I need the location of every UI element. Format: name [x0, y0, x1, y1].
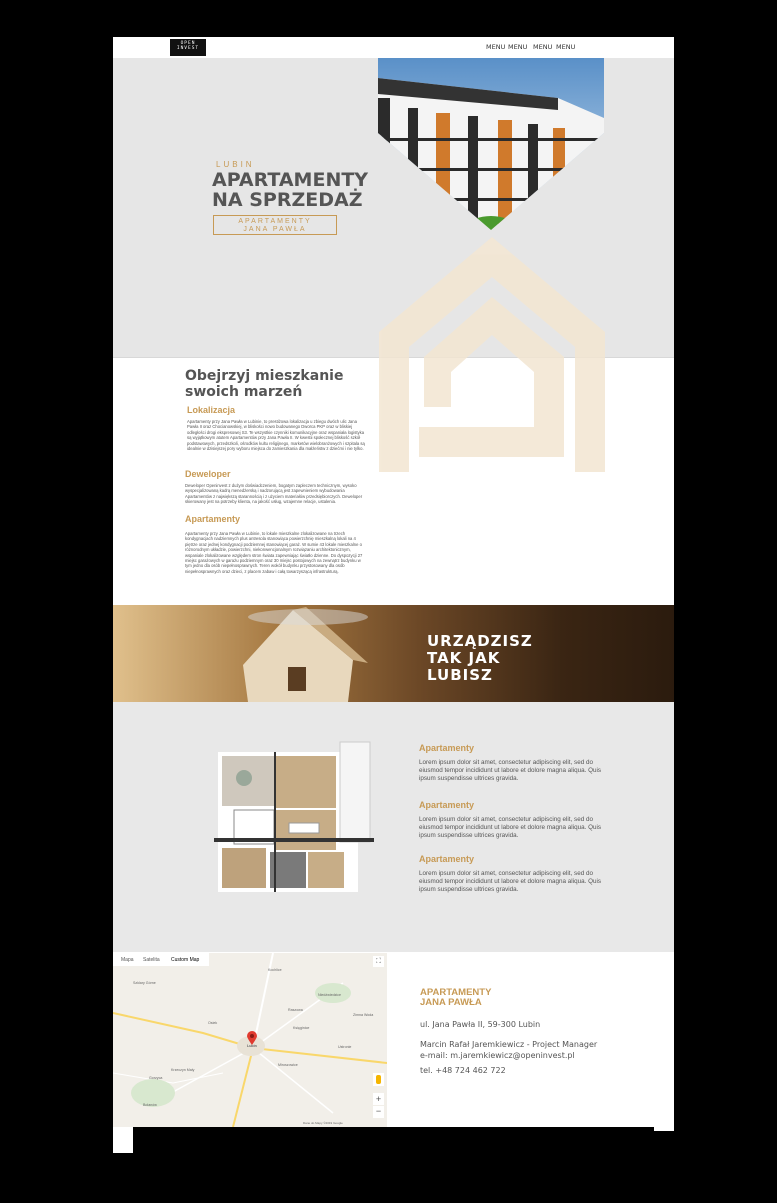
map-town: Osiek [208, 1021, 218, 1025]
section-heading-location: Lokalizacja [187, 405, 236, 415]
landing-page: OPEN INVEST MENU MENU MENU MENU LUBIN AP… [113, 37, 674, 1127]
section-heading-apartments: Apartamenty [185, 514, 241, 524]
menu-item-3[interactable]: MENU [533, 43, 552, 51]
banner-line-2: TAK JAK [427, 649, 501, 667]
page-edge-left [113, 1125, 133, 1153]
plan-heading-3: Apartamenty [419, 854, 475, 864]
map-widget[interactable]: Mapa Satelita Custom Map ⛶ Lubin Kochlic… [113, 953, 387, 1127]
contact-section: Mapa Satelita Custom Map ⛶ Lubin Kochlic… [113, 952, 674, 1127]
building-image [378, 58, 604, 230]
menu-item-2[interactable]: MENU [508, 43, 527, 51]
plan-text-2: Lorem ipsum dolor sit amet, consectetur … [419, 816, 602, 839]
map-town: Ustronie [338, 1045, 352, 1049]
fullscreen-icon[interactable]: ⛶ [373, 956, 384, 967]
hero-title-line-1: APARTAMENTY [212, 169, 369, 191]
map-town: Miroszowice [278, 1063, 298, 1067]
contact-address: ul. Jana Pawła II, 59-300 Lubin [420, 1020, 541, 1029]
contact-phone[interactable]: tel. +48 724 462 722 [420, 1066, 506, 1075]
map-town: Bolanów [143, 1103, 157, 1107]
logo-line-2: INVEST [176, 46, 200, 51]
zoom-in-button[interactable]: + [373, 1093, 384, 1105]
street-view-pegman-icon[interactable] [373, 1073, 384, 1086]
map-town: Niedźwiedzice [318, 993, 341, 997]
map-tab-custom[interactable]: Custom Map [171, 957, 199, 963]
banner-line-3: LUBISZ [427, 666, 493, 684]
logo[interactable]: OPEN INVEST [170, 39, 206, 56]
section-heading-developer: Deweloper [185, 469, 231, 479]
map-town: Kochlice [268, 968, 282, 972]
map-town: Szklary Górne [133, 981, 156, 985]
map-attribution: Dane do Mapy ©2019 Google [303, 1121, 343, 1125]
banner-text: URZĄDZISZ TAK JAK LUBISZ [427, 633, 533, 684]
section-text-apartments: Apartamenty przy Jana Pawła w Lubinie, t… [185, 531, 363, 574]
contact-title: APARTAMENTY JANA PAWŁA [420, 988, 491, 1008]
hero-city: LUBIN [216, 160, 255, 169]
wooden-house-icon [243, 607, 368, 702]
zoom-out-button[interactable]: − [373, 1106, 384, 1118]
hero-button-line-1: APARTAMENTY [238, 218, 312, 225]
map-town: Zimna Woda [353, 1013, 374, 1017]
section-text-developer: Deweloper Openinvest z dużym doświadczen… [185, 483, 363, 505]
menu-item-4[interactable]: MENU [556, 43, 575, 51]
contact-title-line-2: JANA PAWŁA [420, 997, 482, 1008]
map-type-tabs: Mapa Satelita Custom Map [113, 953, 209, 966]
map-town: Księginice [293, 1026, 310, 1030]
map-town-lubin: Lubin [247, 1044, 257, 1048]
map-town: Gorzyca [149, 1076, 163, 1080]
map-town: Krzeczyn Mały [171, 1068, 195, 1072]
hero-title: APARTAMENTY NA SPRZEDAŻ [212, 170, 368, 210]
plan-heading-2: Apartamenty [419, 800, 475, 810]
about-title-line-2: swoich marzeń [185, 384, 303, 400]
house-watermark-icon [379, 237, 605, 472]
plan-text-3: Lorem ipsum dolor sit amet, consectetur … [419, 870, 602, 893]
plan-heading-1: Apartamenty [419, 743, 475, 753]
about-title: Obejrzyj mieszkanie swoich marzeń [185, 368, 365, 400]
hero-button-line-2: JANA PAWŁA [243, 226, 307, 233]
floor-plan-image [214, 738, 374, 896]
contact-manager: Marcin Rafał Jaremkiewicz - Project Mana… [420, 1040, 598, 1049]
plan-text-1: Lorem ipsum dolor sit amet, consectetur … [419, 759, 602, 782]
about-title-line-1: Obejrzyj mieszkanie [185, 368, 344, 384]
hero-title-line-2: NA SPRZEDAŻ [212, 189, 363, 211]
map-pin-icon [247, 1031, 257, 1045]
map-tab-satellite[interactable]: Satelita [143, 957, 160, 963]
menu-item-1[interactable]: MENU [486, 43, 505, 51]
top-nav: OPEN INVEST MENU MENU MENU MENU [113, 37, 674, 58]
apartment-plans-section: Apartamenty Lorem ipsum dolor sit amet, … [113, 702, 674, 952]
banner-line-1: URZĄDZISZ [427, 632, 533, 650]
contact-email[interactable]: e-mail: m.jaremkiewicz@openinvest.pl [420, 1051, 575, 1060]
map-town: Raszowa [288, 1008, 303, 1012]
hero-button[interactable]: APARTAMENTY JANA PAWŁA [213, 215, 337, 235]
section-text-location: Apartamenty przy Jana Pawła w Lubinie, t… [187, 419, 365, 452]
promo-banner: URZĄDZISZ TAK JAK LUBISZ [113, 605, 674, 702]
map-tab-map[interactable]: Mapa [121, 957, 134, 963]
